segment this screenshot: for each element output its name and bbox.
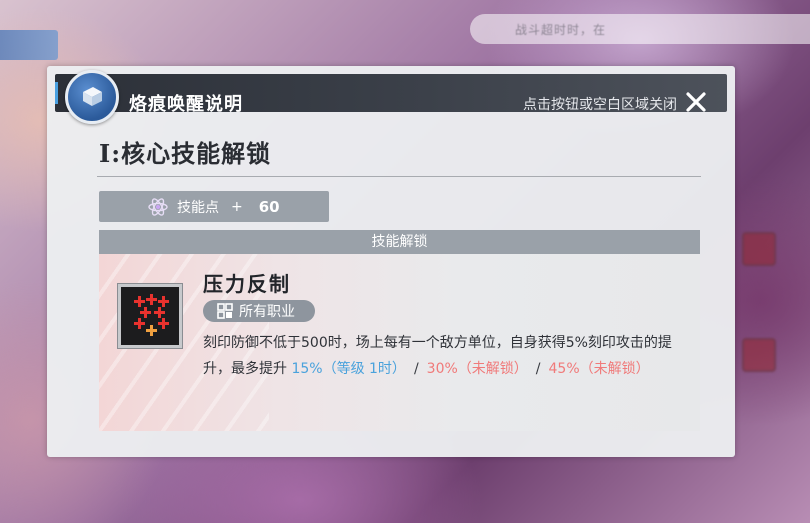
skill-points-bar: 技能点 + 60 xyxy=(99,191,329,222)
level-1-value: 15% xyxy=(291,361,323,377)
class-tag: 所有职业 xyxy=(203,300,315,322)
header-accent xyxy=(55,82,58,104)
close-icon xyxy=(686,92,706,112)
background-slot xyxy=(742,232,776,266)
awakening-dialog: 烙痕唤醒说明 点击按钮或空白区域关闭 I:核心技能解锁 技能点 + 60 技能解… xyxy=(47,66,735,457)
dialog-title: 烙痕唤醒说明 xyxy=(129,94,243,115)
skill-name: 压力反制 xyxy=(203,272,291,296)
skill-points-plus: + xyxy=(231,198,243,215)
level-3-status: （未解锁） xyxy=(579,361,650,377)
background-tab xyxy=(0,30,58,60)
close-button[interactable] xyxy=(683,89,709,115)
level-2-status: （未解锁） xyxy=(457,361,528,377)
skill-icon xyxy=(118,284,182,348)
book-icon xyxy=(83,87,102,106)
close-hint: 点击按钮或空白区域关闭 xyxy=(523,97,677,113)
level-3-value: 45% xyxy=(548,361,580,377)
level-separator: / xyxy=(535,361,541,377)
background-hint-text: 战斗超时时，在 xyxy=(515,23,607,37)
unlock-header: 技能解锁 xyxy=(99,230,700,254)
skill-points-value: 60 xyxy=(258,197,280,216)
skill-points-label: 技能点 xyxy=(177,199,219,216)
section-title: I:核心技能解锁 xyxy=(99,139,272,168)
grid-icon xyxy=(217,303,233,319)
level-1-status: （等级 1时） xyxy=(322,361,406,377)
dialog-header: 烙痕唤醒说明 点击按钮或空白区域关闭 xyxy=(55,74,727,115)
divider xyxy=(97,176,701,177)
book-badge xyxy=(65,70,119,124)
level-2-value: 30% xyxy=(426,361,458,377)
skill-unlock-box: 技能解锁 压力反制 所有职业 刻印防御不低于500时，场上每有一个敌方单位，自身… xyxy=(99,230,700,431)
background-slot xyxy=(742,338,776,372)
class-tag-label: 所有职业 xyxy=(239,304,295,320)
skill-description: 刻印防御不低于500时，场上每有一个敌方单位，自身获得5%刻印攻击的提升，最多提… xyxy=(203,330,683,382)
level-separator: / xyxy=(413,361,419,377)
atom-icon xyxy=(147,196,169,218)
